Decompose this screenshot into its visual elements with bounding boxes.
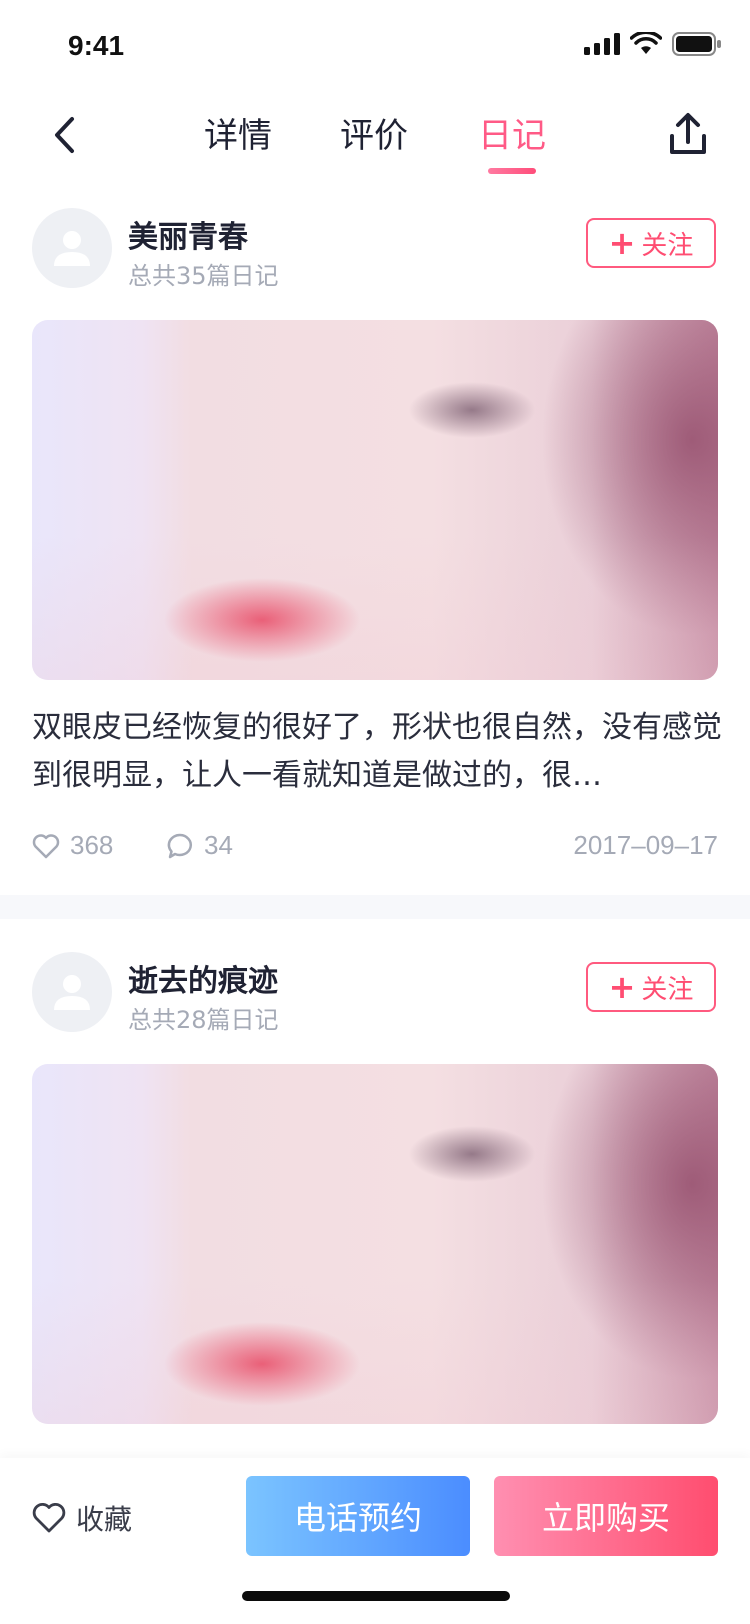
cellular-signal-icon <box>584 33 620 55</box>
active-tab-indicator <box>488 168 536 174</box>
post-date: 2017–09–17 <box>573 830 718 860</box>
chevron-left-icon <box>55 117 74 153</box>
phone-booking-button[interactable]: 电话预约 <box>246 1476 470 1556</box>
tab-details[interactable]: 详情 <box>204 108 272 157</box>
follow-button[interactable]: + 关注 <box>586 962 716 1012</box>
avatar[interactable] <box>32 208 112 288</box>
wifi-icon <box>630 32 662 54</box>
back-button[interactable] <box>44 110 84 160</box>
diary-count: 总共35篇日记 <box>128 262 279 290</box>
follow-button[interactable]: + 关注 <box>586 218 716 268</box>
favorite-label: 收藏 <box>76 1503 133 1536</box>
plus-icon: + <box>608 968 636 1006</box>
section-divider <box>0 895 750 919</box>
favorite-button[interactable]: 收藏 <box>32 1498 132 1538</box>
top-nav: 详情 评价 日记 <box>0 88 750 188</box>
comment-icon <box>167 833 192 858</box>
user-placeholder-icon <box>54 231 90 266</box>
like-stat[interactable]: 368 <box>32 830 113 861</box>
buy-now-button[interactable]: 立即购买 <box>494 1476 718 1556</box>
status-icons <box>584 32 722 56</box>
diary-photo[interactable] <box>32 320 718 680</box>
share-button[interactable] <box>664 108 712 160</box>
username[interactable]: 逝去的痕迹 <box>128 956 278 1000</box>
heart-icon <box>32 1503 66 1533</box>
battery-icon <box>672 32 721 56</box>
username[interactable]: 美丽青春 <box>128 212 248 256</box>
follow-label: 关注 <box>641 974 694 1005</box>
plus-icon: + <box>608 224 636 262</box>
comment-count: 34 <box>204 830 233 860</box>
user-placeholder-icon <box>54 975 90 1010</box>
avatar[interactable] <box>32 952 112 1032</box>
heart-icon <box>32 833 60 858</box>
share-icon <box>670 113 706 154</box>
tab-diary[interactable]: 日记 <box>478 108 546 157</box>
post-text[interactable]: 双眼皮已经恢复的很好了，形状也很自然，没有感觉到很明显，让人一看就知道是做过的，… <box>32 704 722 800</box>
diary-count: 总共28篇日记 <box>128 1006 279 1034</box>
status-bar: 9:41 <box>0 0 750 88</box>
home-indicator <box>242 1591 510 1601</box>
like-count: 368 <box>70 830 114 860</box>
comment-stat[interactable]: 34 <box>166 830 233 861</box>
follow-label: 关注 <box>641 230 694 261</box>
diary-photo[interactable] <box>32 1064 718 1424</box>
tab-reviews[interactable]: 评价 <box>340 108 408 157</box>
status-time: 9:41 <box>68 30 125 61</box>
